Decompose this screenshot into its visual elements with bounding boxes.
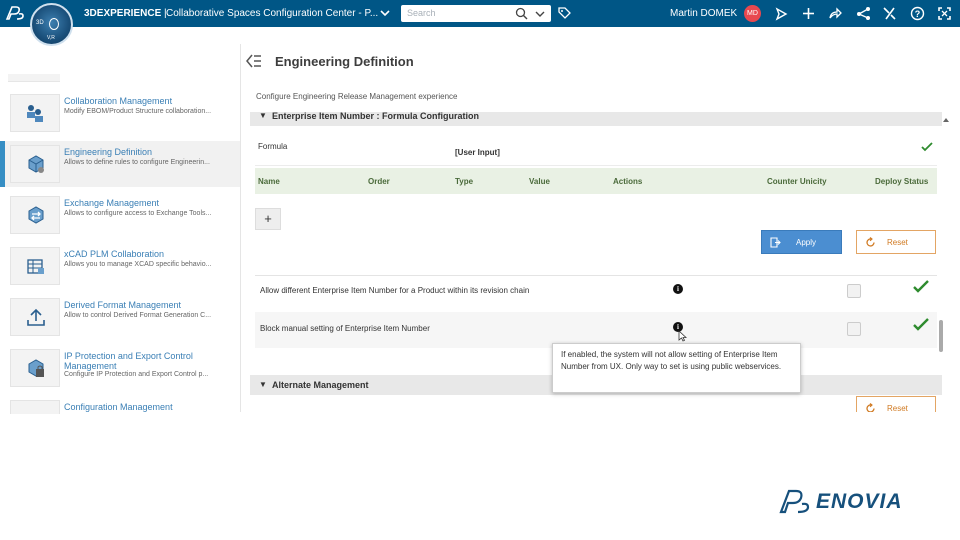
sidebar-item-desc: Allows to configure access to Exchange T… [64,210,212,217]
sidebar-item-configuration-management[interactable]: Configuration Management [0,396,240,414]
apply-button[interactable]: Apply [761,230,842,254]
sidebar-item-ip-protection[interactable]: IP Protection and Export Control Managem… [0,345,240,391]
sidebar-item-exchange-management[interactable]: Exchange Management Allows to configure … [0,192,240,238]
formula-row: Formula [User Input] [255,138,937,166]
section-title: Enterprise Item Number : Formula Configu… [272,112,480,121]
cube-gear-icon [10,145,60,183]
option-label: Block manual setting of Enterprise Item … [260,324,430,333]
ds-logo-icon[interactable] [4,3,26,23]
brand-label: 3DEXPERIENCE | [84,8,167,19]
collapse-triangle-icon[interactable]: ▼ [259,112,267,120]
search-icon[interactable] [515,7,528,20]
option-row-allow-different-eid: Allow different Enterprise Item Number f… [255,274,937,310]
sidebar-item-title[interactable]: Configuration Management [64,402,173,412]
search-input[interactable]: Search [407,8,436,18]
sidebar-item-desc: Allows you to manage XCAD specific behav… [64,261,212,268]
sidebar-item-derived-format-management[interactable]: Derived Format Management Allow to contr… [0,294,240,340]
formula-label: Formula [258,142,288,151]
upload-icon [10,298,60,336]
feed-icon[interactable] [774,6,789,21]
sidebar-divider [240,44,241,412]
info-tooltip: If enabled, the system will not allow se… [552,343,801,393]
tools-icon[interactable] [882,6,897,21]
avatar[interactable]: MD [744,5,761,22]
tag-icon[interactable] [557,6,572,21]
apply-icon [770,237,781,248]
sidebar-item-engineering-definition[interactable]: Engineering Definition Allows to define … [0,141,240,187]
check-icon [921,142,933,152]
top-bar: 3DEXPERIENCE | Collaborative Spaces Conf… [0,0,960,27]
sidebar-item-title[interactable]: Engineering Definition [64,147,152,157]
collapse-panel-icon[interactable] [246,54,262,68]
sidebar-item-desc: Modify EBOM/Product Structure collaborat… [64,108,212,115]
sidebar-item-xcad-plm-collaboration[interactable]: xCAD PLM Collaboration Allows you to man… [0,243,240,289]
sidebar-item-desc: Allows to define rules to configure Engi… [64,159,210,166]
sidebar-item-title[interactable]: xCAD PLM Collaboration [64,249,164,259]
reset-label: Reset [887,404,908,412]
deploy-check-icon [913,318,929,331]
add-icon[interactable] [801,6,816,21]
scroll-up-arrow-icon[interactable] [942,116,950,124]
enovia-logo: ENOVIA [778,484,918,518]
configuration-icon [10,400,60,414]
table-header: Name Order Type Value Actions Counter Un… [255,168,937,194]
col-actions[interactable]: Actions [613,177,642,186]
reset-button[interactable]: Reset [856,230,936,254]
ip-protection-icon [10,349,60,387]
sidebar-item-title[interactable]: Exchange Management [64,198,159,208]
reset-icon [866,403,875,412]
sidebar-item-title[interactable]: Derived Format Management [64,300,181,310]
apply-label: Apply [796,238,817,247]
sidebar-item-collaboration-management[interactable]: Collaboration Management Modify EBOM/Pro… [0,90,240,136]
exchange-icon [10,196,60,234]
enovia-logo-text: ENOVIA [816,490,903,513]
formula-value: [User Input] [455,148,500,157]
compass-3d-label: 3D [36,20,44,26]
section-header-eid-formula[interactable]: ▼ Enterprise Item Number : Formula Confi… [250,112,942,126]
ds-brand-icon [779,489,810,514]
chevron-down-icon[interactable] [380,8,390,18]
collapse-triangle-icon[interactable]: ▼ [259,380,267,389]
option-checkbox[interactable] [847,322,861,336]
col-order[interactable]: Order [368,177,390,186]
help-icon[interactable]: ? [910,6,925,21]
sidebar: Collaboration Management Modify EBOM/Pro… [0,44,240,414]
xcad-icon [10,247,60,285]
sidebar-item-desc: Allow to control Derived Format Generati… [64,312,212,319]
col-name[interactable]: Name [258,177,280,186]
section-title: Alternate Management [272,380,369,390]
user-name[interactable]: Martin DOMEK [670,8,737,19]
page-subtitle: Configure Engineering Release Management… [256,92,458,101]
col-deploy-status[interactable]: Deploy Status [875,177,928,186]
sidebar-item-title[interactable]: Collaboration Management [64,96,172,106]
sidebar-item-desc: Configure IP Protection and Export Contr… [64,371,209,378]
mouse-cursor-icon [678,330,687,342]
compass-vr-label: V,R [47,35,55,41]
deploy-check-icon [913,280,929,293]
compass-play-icon [49,18,59,30]
col-type[interactable]: Type [455,177,473,186]
expand-icon[interactable] [937,6,952,21]
add-row-button[interactable]: + [255,208,281,230]
network-icon[interactable] [856,6,871,21]
page-title: Engineering Definition [275,54,414,69]
svg-text:?: ? [915,9,921,19]
share-icon[interactable] [828,6,843,21]
reset-icon [866,237,875,247]
sidebar-item-title[interactable]: IP Protection and Export Control Managem… [64,351,224,371]
sidebar-scroll-remnant [8,74,60,82]
app-title[interactable]: Collaborative Spaces Configuration Cente… [166,8,378,19]
search-box[interactable]: Search [401,5,551,22]
compass-icon[interactable]: 3D V,R [30,3,73,46]
reset-button-alternate[interactable]: Reset [856,396,936,412]
info-icon[interactable]: i [673,284,683,294]
people-cube-icon [10,94,60,132]
col-value[interactable]: Value [529,177,550,186]
reset-label: Reset [887,238,908,247]
col-counter-unicity[interactable]: Counter Unicity [767,177,827,186]
option-label: Allow different Enterprise Item Number f… [260,286,530,295]
search-chevron-icon[interactable] [535,9,545,19]
option-checkbox[interactable] [847,284,861,298]
scrollbar-thumb[interactable] [939,320,943,352]
